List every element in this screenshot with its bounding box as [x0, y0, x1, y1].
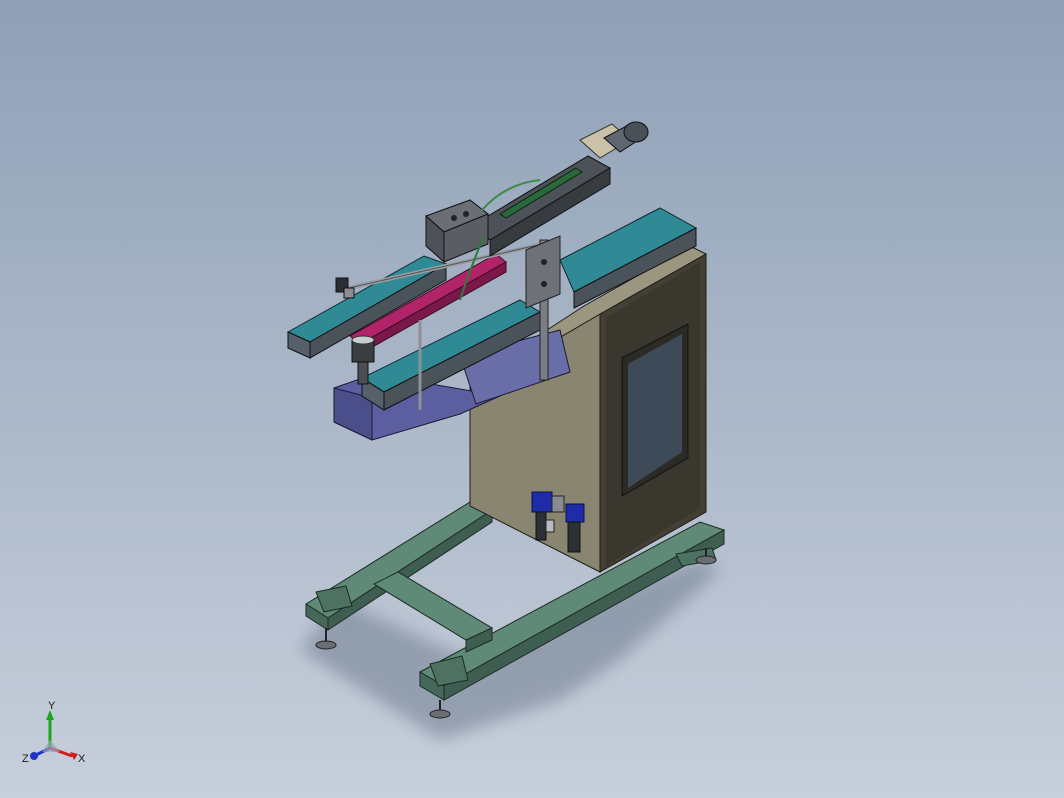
z-axis-label: Z	[22, 753, 29, 765]
triad-plane	[42, 740, 60, 752]
graphics-viewport[interactable]: Y X Z	[0, 0, 1064, 798]
y-axis-label: Y	[48, 700, 56, 712]
left-sensor	[335, 277, 355, 299]
machine-model[interactable]	[0, 0, 1064, 798]
coordinate-triad[interactable]: Y X Z	[18, 700, 88, 770]
z-axis-dot	[30, 752, 38, 760]
carriage-block	[425, 199, 489, 264]
x-axis-label: X	[78, 753, 86, 765]
